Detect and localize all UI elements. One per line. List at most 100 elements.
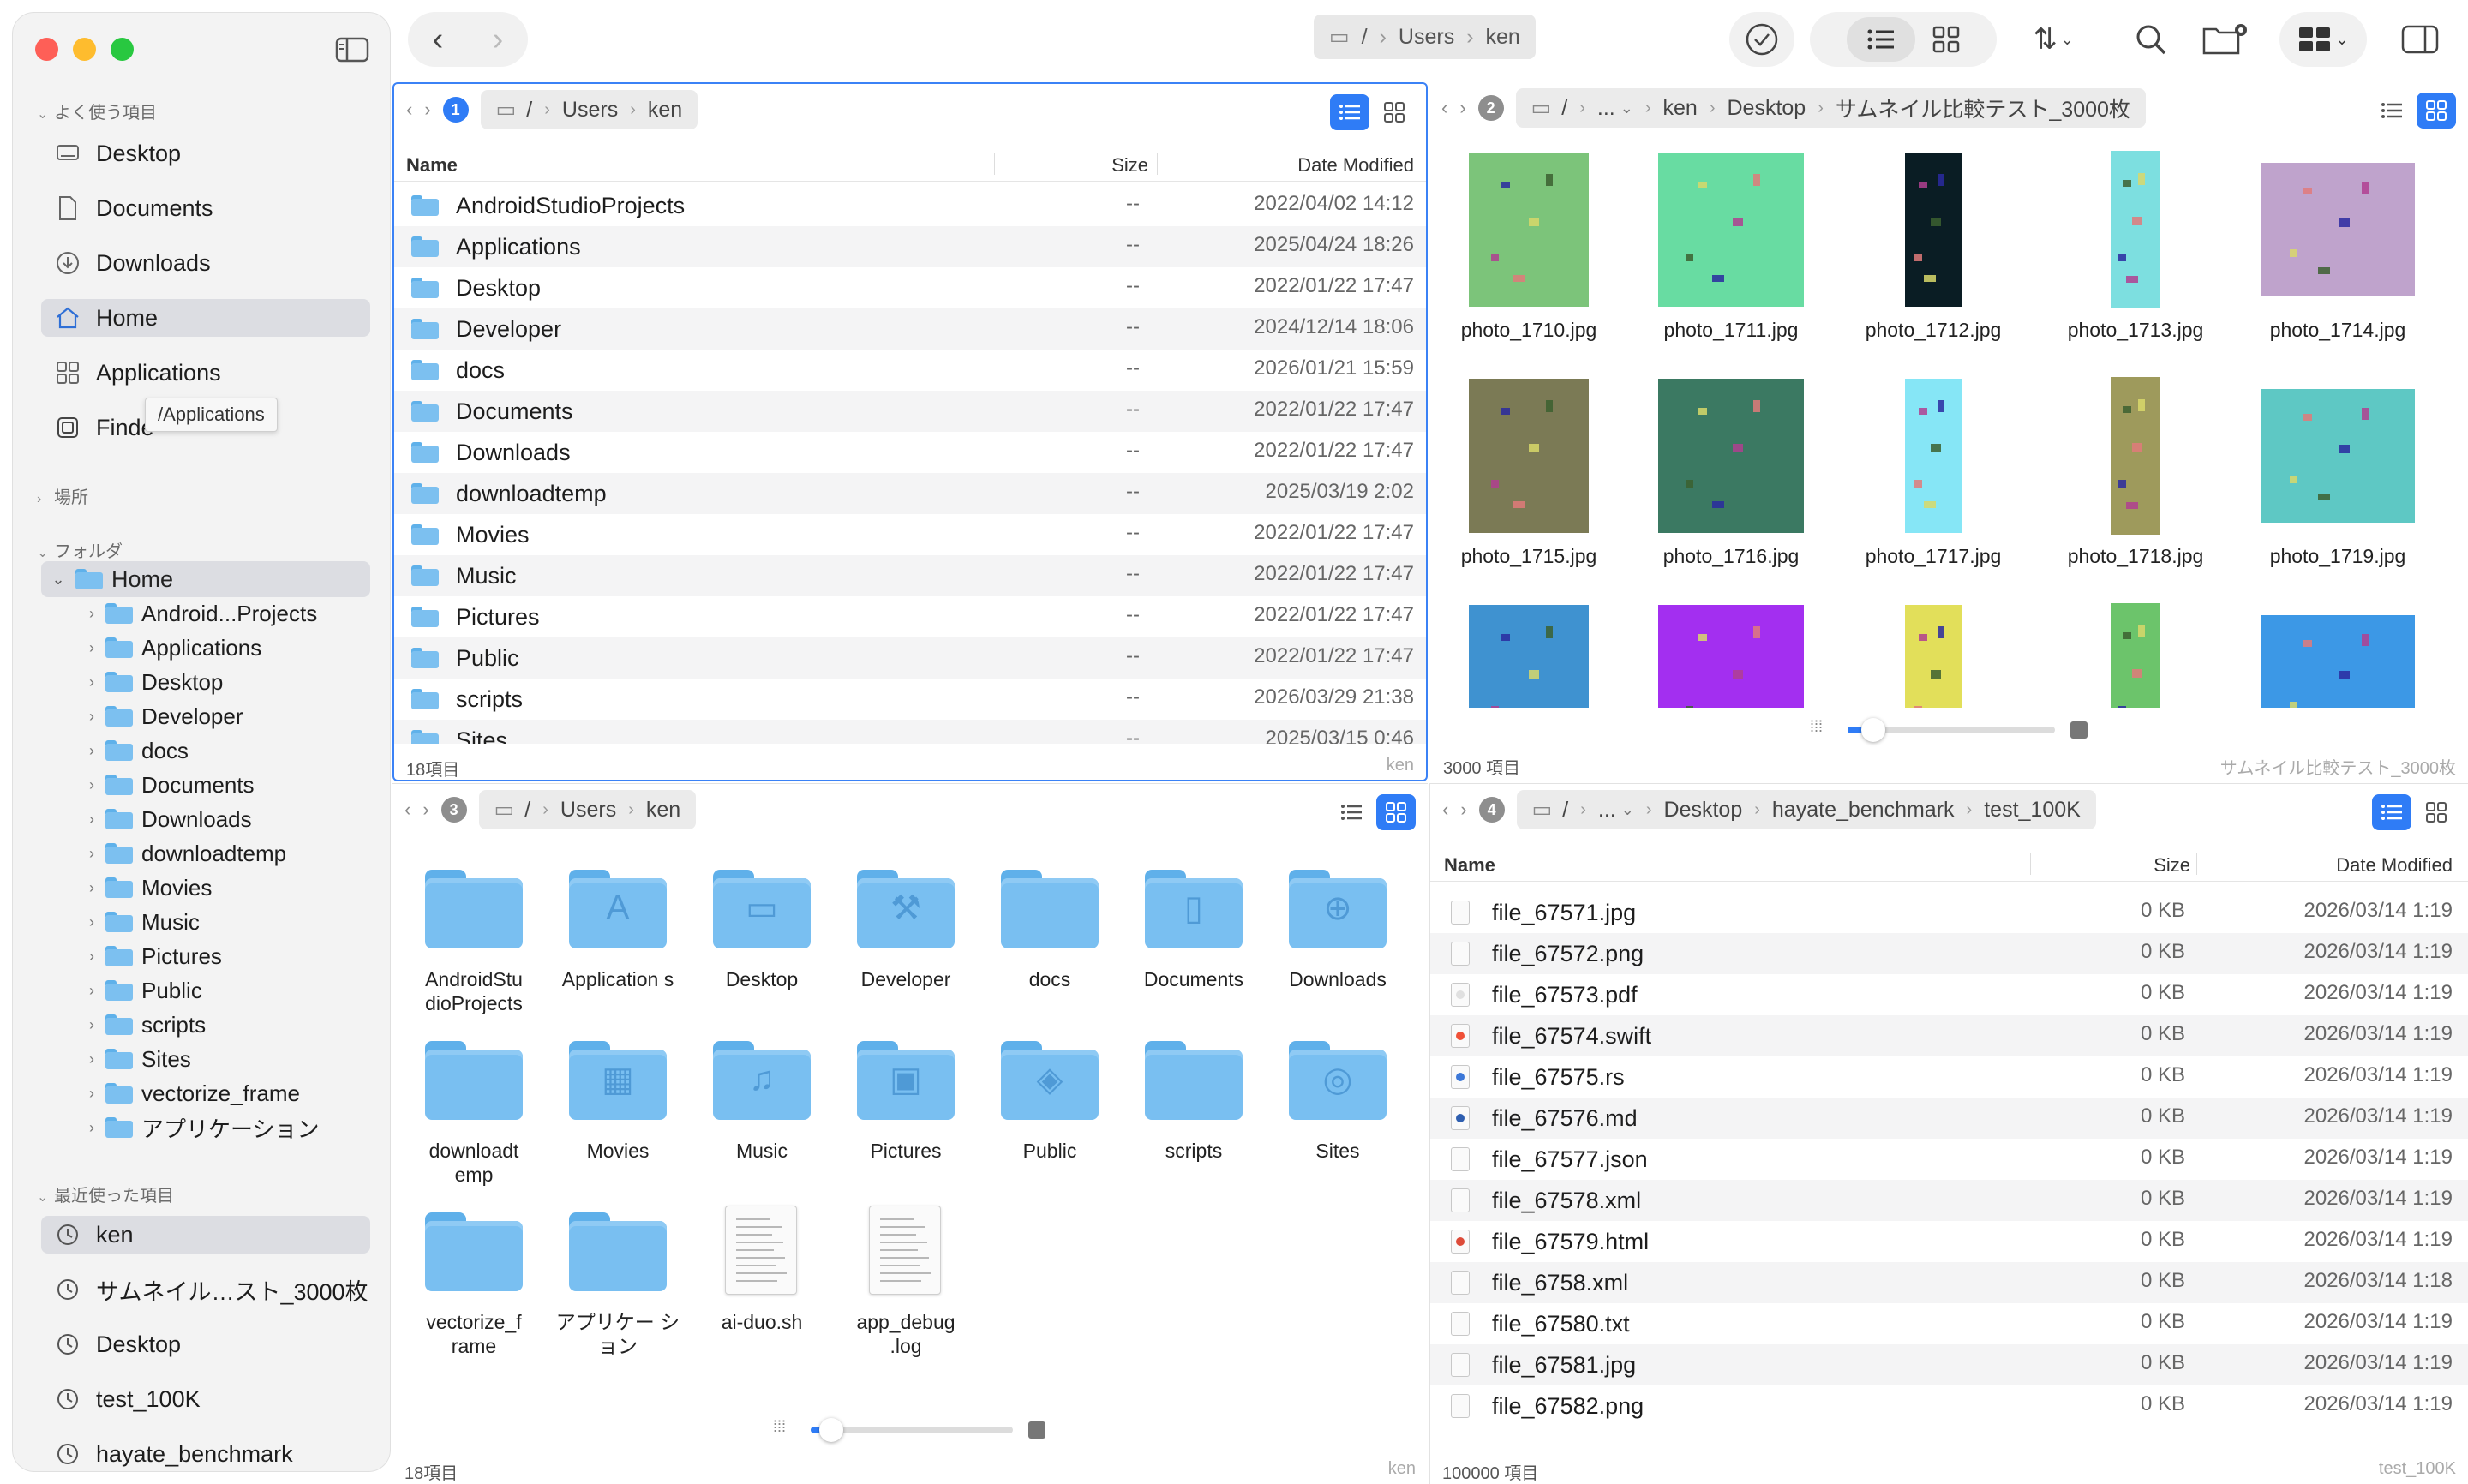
- select-button[interactable]: [1729, 12, 1794, 67]
- chevron-right-icon[interactable]: ›: [78, 811, 105, 829]
- chevron-right-icon[interactable]: ›: [78, 1119, 105, 1137]
- icon-item[interactable]: ◈ Public: [985, 1041, 1114, 1204]
- crumb-desktop[interactable]: Desktop: [1664, 798, 1743, 823]
- table-row[interactable]: file_67578.xml 0 KB 2026/03/14 1:19: [1430, 1180, 2468, 1221]
- table-row[interactable]: Pictures -- 2022/01/22 17:47: [394, 596, 1426, 637]
- icon-item[interactable]: downloadt emp: [410, 1041, 538, 1204]
- chevron-right-icon[interactable]: ›: [78, 639, 105, 657]
- thumbnail-item[interactable]: photo_1714.jpg: [2252, 151, 2423, 356]
- tree-item[interactable]: › アプリケーション: [78, 1111, 319, 1144]
- table-row[interactable]: file_67581.jpg 0 KB 2026/03/14 1:19: [1430, 1344, 2468, 1385]
- recent-item[interactable]: サムネイル…スト_3000枚: [41, 1271, 370, 1308]
- recent-item[interactable]: Desktop: [41, 1325, 370, 1363]
- forward-icon[interactable]: ›: [468, 21, 528, 58]
- tree-item[interactable]: › Android...Projects: [78, 597, 317, 630]
- table-row[interactable]: file_67576.md 0 KB 2026/03/14 1:19: [1430, 1098, 2468, 1139]
- icon-item[interactable]: ⚒ Developer: [842, 870, 970, 1032]
- table-row[interactable]: Movies -- 2022/01/22 17:47: [394, 514, 1426, 555]
- grid-view-button[interactable]: [2417, 93, 2456, 129]
- table-row[interactable]: AndroidStudioProjects -- 2022/04/02 14:12: [394, 185, 1426, 226]
- icon-item[interactable]: ▦ Movies: [554, 1041, 682, 1204]
- list-view-button[interactable]: [1847, 17, 1915, 62]
- column-date-header[interactable]: Date Modified: [1297, 154, 1414, 177]
- chevron-right-icon[interactable]: ›: [78, 673, 105, 691]
- sidebar-toggle-icon[interactable]: [335, 37, 369, 63]
- thumbnail-item[interactable]: photo_1713.jpg: [2050, 151, 2221, 356]
- toolbar-path[interactable]: ▭ / › Users › ken: [1314, 15, 1536, 59]
- grid-view-icon[interactable]: [1932, 26, 1960, 53]
- thumbnail-item[interactable]: photo_1717.jpg: [1848, 377, 2019, 583]
- inspector-toggle[interactable]: [2389, 12, 2451, 67]
- tree-item[interactable]: › Sites: [78, 1043, 191, 1075]
- close-window-button[interactable]: [35, 38, 58, 61]
- chevron-right-icon[interactable]: ›: [78, 1050, 105, 1068]
- crumb-root[interactable]: /: [1561, 96, 1567, 121]
- tree-item[interactable]: › scripts: [78, 1008, 206, 1041]
- chevron-right-icon[interactable]: ›: [78, 1085, 105, 1103]
- tree-item[interactable]: › Movies: [78, 871, 212, 904]
- icon-item[interactable]: ai-duo.sh: [698, 1206, 826, 1375]
- tree-item[interactable]: › docs: [78, 734, 189, 767]
- thumbnail-item[interactable]: photo_1715.jpg: [1443, 377, 1614, 583]
- table-row[interactable]: file_6758.xml 0 KB 2026/03/14 1:18: [1430, 1262, 2468, 1303]
- grid-view-button[interactable]: [1375, 94, 1414, 130]
- icon-size-slider[interactable]: [811, 1418, 1013, 1442]
- tree-item[interactable]: › Downloads: [78, 803, 252, 835]
- table-row[interactable]: file_67582.png 0 KB 2026/03/14 1:19: [1430, 1385, 2468, 1427]
- thumbnail-size-slider[interactable]: [1848, 718, 2055, 742]
- back-icon[interactable]: ‹: [404, 799, 410, 821]
- chevron-down-icon[interactable]: ⌄: [41, 571, 75, 589]
- recent-header[interactable]: ⌄ 最近使った項目: [37, 1182, 174, 1206]
- icon-item[interactable]: ▯ Documents: [1129, 870, 1258, 1032]
- icon-item[interactable]: ▭ Desktop: [698, 870, 826, 1032]
- crumb-ken[interactable]: ken: [648, 98, 682, 123]
- minimize-window-button[interactable]: [73, 38, 96, 61]
- sidebar-item-documents[interactable]: Documents: [41, 189, 370, 227]
- icon-item[interactable]: ♫ Music: [698, 1041, 826, 1204]
- thumbnail-item[interactable]: photo_1711.jpg: [1645, 151, 1817, 356]
- table-row[interactable]: file_67577.json 0 KB 2026/03/14 1:19: [1430, 1139, 2468, 1180]
- table-row[interactable]: file_67580.txt 0 KB 2026/03/14 1:19: [1430, 1303, 2468, 1344]
- sidebar-item-applications[interactable]: Applications: [41, 354, 370, 392]
- thumbnail-item[interactable]: [1645, 603, 1817, 708]
- tree-item[interactable]: › Applications: [78, 631, 261, 664]
- back-icon[interactable]: ‹: [1442, 799, 1448, 821]
- table-row[interactable]: file_67573.pdf 0 KB 2026/03/14 1:19: [1430, 974, 2468, 1015]
- table-row[interactable]: Music -- 2022/01/22 17:47: [394, 555, 1426, 596]
- thumbnail-item[interactable]: photo_1712.jpg: [1848, 151, 2019, 356]
- table-row[interactable]: Desktop -- 2022/01/22 17:47: [394, 267, 1426, 308]
- table-row[interactable]: Documents -- 2022/01/22 17:47: [394, 391, 1426, 432]
- favorites-header[interactable]: ⌄ よく使う項目: [37, 99, 157, 123]
- column-name-header[interactable]: Name: [406, 154, 458, 177]
- icon-item[interactable]: ◎ Sites: [1273, 1041, 1402, 1204]
- table-row[interactable]: Sites -- 2025/03/15 0:46: [394, 720, 1426, 744]
- table-row[interactable]: docs -- 2026/01/21 15:59: [394, 350, 1426, 391]
- icon-item[interactable]: ⊕ Downloads: [1273, 870, 1402, 1032]
- sidebar-item-desktop[interactable]: Desktop: [41, 135, 370, 172]
- table-row[interactable]: Public -- 2022/01/22 17:47: [394, 637, 1426, 679]
- crumb-ken[interactable]: ken: [1663, 96, 1698, 121]
- recent-item[interactable]: hayate_benchmark: [41, 1435, 370, 1471]
- thumbnail-item[interactable]: photo_1719.jpg: [2252, 377, 2423, 583]
- forward-icon[interactable]: ›: [1460, 799, 1466, 821]
- crumb-root[interactable]: /: [526, 98, 532, 123]
- grid-view-button[interactable]: [1376, 794, 1416, 830]
- column-size-header[interactable]: Size: [2154, 854, 2190, 877]
- table-row[interactable]: file_67579.html 0 KB 2026/03/14 1:19: [1430, 1221, 2468, 1262]
- tree-item[interactable]: › vectorize_frame: [78, 1077, 300, 1110]
- chevron-right-icon[interactable]: ›: [78, 948, 105, 966]
- list-view-button[interactable]: [1330, 94, 1369, 130]
- back-icon[interactable]: ‹: [1441, 97, 1447, 119]
- table-row[interactable]: Applications -- 2025/04/24 18:26: [394, 226, 1426, 267]
- crumb-test-100k[interactable]: test_100K: [1984, 798, 2081, 823]
- forward-icon[interactable]: ›: [1459, 97, 1465, 119]
- crumb-users[interactable]: Users: [562, 98, 618, 123]
- column-size-header[interactable]: Size: [1111, 154, 1148, 177]
- back-icon[interactable]: ‹: [408, 21, 468, 58]
- folders-header[interactable]: ⌄ フォルダ: [37, 537, 123, 562]
- thumbnail-item[interactable]: photo_1716.jpg: [1645, 377, 1817, 583]
- search-button[interactable]: [2124, 12, 2178, 67]
- icon-item[interactable]: app_debug .log: [842, 1206, 970, 1375]
- breadcrumb[interactable]: ▭ / › ... ⌄ › ken › Desktop › サムネイル比較テスト_3000…: [1515, 88, 2146, 128]
- icon-item[interactable]: scripts: [1129, 1041, 1258, 1204]
